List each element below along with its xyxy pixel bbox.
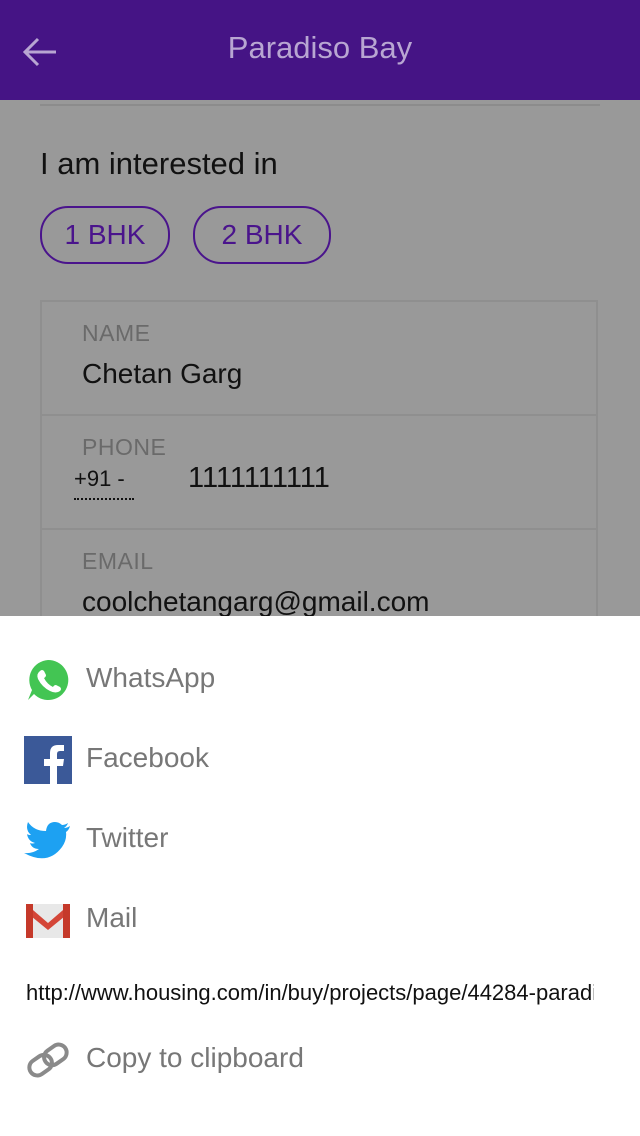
name-label: NAME [82,320,151,346]
mail-icon [26,904,70,938]
copy-label: Copy to clipboard [86,1042,304,1073]
name-field[interactable]: NAME Chetan Garg [42,302,596,416]
share-url: http://www.housing.com/in/buy/projects/p… [26,980,594,1005]
option-2bhk-chip[interactable]: 2 BHK [193,206,331,264]
phone-field[interactable]: PHONE +91 - 1111111111 [42,416,596,530]
share-whatsapp[interactable]: WhatsApp [0,650,640,710]
share-twitter-label: Twitter [86,822,169,853]
share-twitter[interactable]: Twitter [0,810,640,870]
share-facebook[interactable]: Facebook [0,730,640,790]
divider [40,104,600,106]
name-value[interactable]: Chetan Garg [82,358,242,390]
phone-value[interactable]: 1111111111 [188,462,330,495]
email-value[interactable]: coolchetangarg@gmail.com [82,586,429,616]
email-label: EMAIL [82,548,154,574]
twitter-icon [24,822,70,859]
share-facebook-label: Facebook [86,742,209,773]
share-whatsapp-label: WhatsApp [86,662,216,693]
whatsapp-icon [28,659,69,700]
share-mail[interactable]: Mail [0,890,640,950]
country-code-select[interactable]: +91 - [74,466,134,500]
app-header: Paradiso Bay [0,0,640,100]
copy-to-clipboard[interactable]: Copy to clipboard [0,1030,640,1090]
option-1bhk-chip[interactable]: 1 BHK [40,206,170,264]
enquiry-form-overlay: I am interested in 1 BHK 2 BHK NAME Chet… [0,100,640,616]
contact-form: NAME Chetan Garg PHONE +91 - 1111111111 … [40,300,598,616]
phone-label: PHONE [82,434,167,460]
share-mail-label: Mail [86,902,138,933]
email-field[interactable]: EMAIL coolchetangarg@gmail.com [42,530,596,616]
facebook-icon [24,736,72,784]
page-title: Paradiso Bay [227,30,413,65]
interest-label: I am interested in [40,146,278,181]
link-icon [27,1042,69,1078]
share-sheet: WhatsApp Facebook Twitter Mail http://ww… [0,616,640,1136]
